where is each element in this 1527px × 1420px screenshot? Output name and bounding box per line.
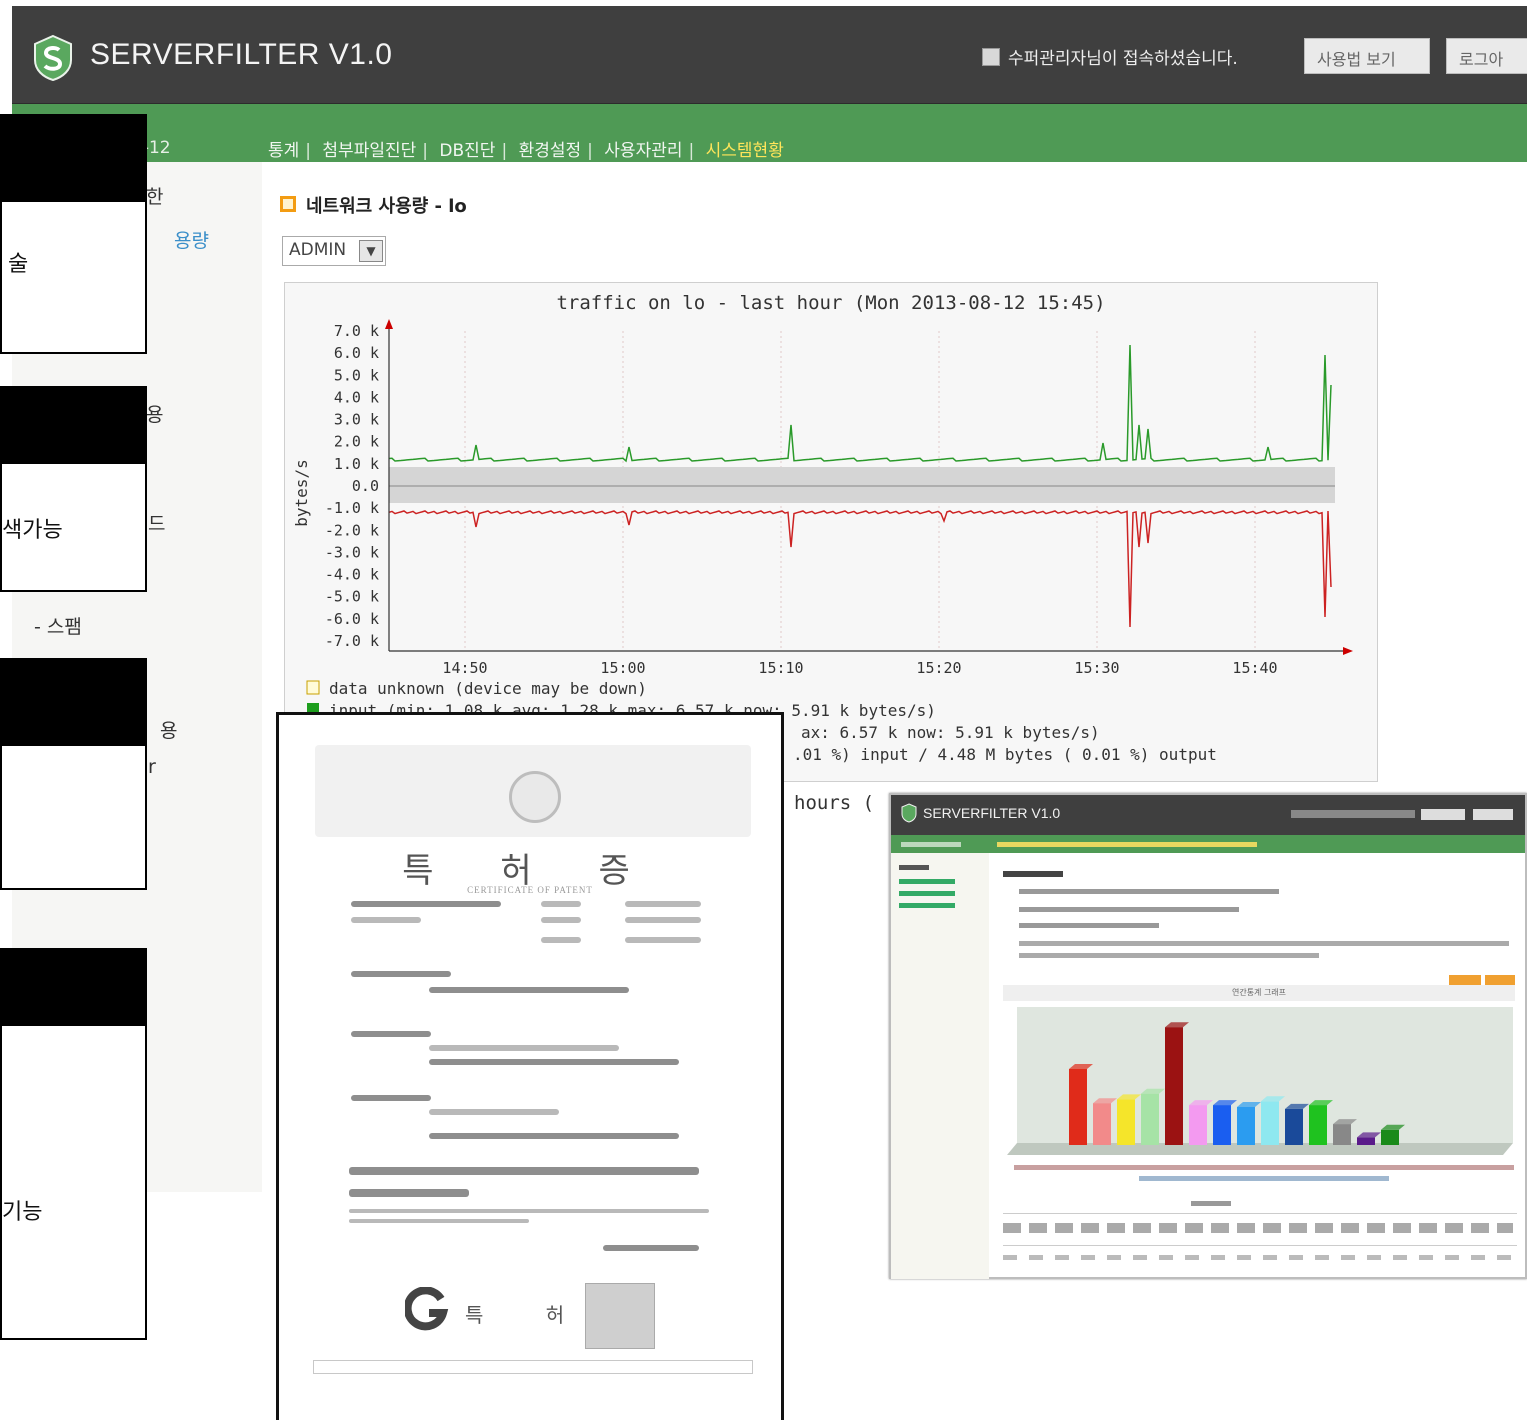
callout-header	[2, 388, 145, 464]
certificate-footer	[313, 1360, 753, 1374]
feature-callout-3	[0, 658, 147, 890]
callout-header	[2, 660, 145, 746]
legend-total-text: .01 %) input / 4.48 M bytes ( 0.01 %) ou…	[793, 745, 1217, 764]
y-tick-label: 1.0 k	[334, 455, 379, 473]
x-tick-label: 15:00	[600, 659, 645, 677]
mini-chart-bar	[1381, 1129, 1399, 1145]
feature-callout-2: 색가능	[0, 386, 147, 592]
input-series-line	[388, 344, 1332, 463]
callout-text: 기능	[2, 1200, 43, 1225]
nav-item-db[interactable]: DB진단	[439, 141, 495, 161]
title-bullet-icon	[280, 196, 296, 212]
x-tick-label: 15:30	[1074, 659, 1119, 677]
y-tick-label: 6.0 k	[334, 344, 379, 362]
top-header: SERVERFILTER V1.0 수퍼관리자님이 접속하셨습니다. 사용법 보…	[12, 6, 1527, 104]
sidebar-item-spam[interactable]: - 스팸	[34, 612, 82, 639]
nav-item-users[interactable]: 사용자관리	[604, 141, 682, 161]
server-select-value: ADMIN	[289, 240, 347, 260]
patent-office-logo-icon	[405, 1287, 449, 1331]
mini-chart-bar	[1261, 1101, 1279, 1145]
mini-chart-bar	[1237, 1107, 1255, 1145]
legend-unknown-swatch	[306, 680, 320, 695]
callout-header	[2, 950, 145, 1026]
y-tick-label: -4.0 k	[325, 566, 379, 584]
logout-button[interactable]: 로그아	[1446, 38, 1527, 74]
nav-item-attachment[interactable]: 첨부파일진단	[322, 141, 416, 161]
x-tick-label: 15:40	[1232, 659, 1277, 677]
y-tick-label: -5.0 k	[325, 588, 379, 606]
graph-title: traffic on lo - last hour (Mon 2013-08-1…	[556, 292, 1105, 314]
patent-certificate: 특 허 증 CERTIFICATE OF PATENT 특 허 청	[276, 712, 784, 1420]
mini-bar-chart	[1007, 1007, 1513, 1155]
callout-text: 술	[8, 252, 29, 277]
output-series-line	[388, 510, 1332, 628]
mini-chart-bar	[1333, 1124, 1351, 1145]
manual-button[interactable]: 사용법 보기	[1304, 38, 1430, 74]
sidebar-fragment: 한	[146, 186, 164, 208]
callout-text: 색가능	[2, 518, 63, 543]
sidebar-fragment: r	[148, 756, 156, 778]
callout-header	[2, 116, 145, 202]
mini-chart-bar	[1069, 1069, 1087, 1145]
nav-item-stats[interactable]: 통계	[268, 141, 299, 161]
y-tick-label: 3.0 k	[334, 411, 379, 429]
welcome-message: 수퍼관리자님이 접속하셨습니다.	[1008, 49, 1238, 69]
feature-callout-4: 기능	[0, 948, 147, 1340]
app-title: SERVERFILTER V1.0	[90, 38, 393, 71]
page-title: 네트워크 사용량 - lo	[306, 196, 467, 217]
x-tick-label: 14:50	[442, 659, 487, 677]
y-tick-label: -1.0 k	[325, 499, 379, 517]
mini-chart-bar	[1285, 1108, 1303, 1145]
graph2-title-fragment: hours (	[794, 792, 875, 814]
national-emblem-icon	[509, 771, 561, 823]
mini-chart-bar	[1165, 1027, 1183, 1145]
mini-sidebar	[891, 853, 989, 1279]
sidebar-fragment: 드	[148, 513, 166, 535]
official-stamp	[585, 1283, 655, 1349]
mini-chart-legend	[1011, 1163, 1517, 1187]
mini-chart-bar	[1117, 1099, 1135, 1145]
y-tick-label: 2.0 k	[334, 433, 379, 451]
mini-chart-bar	[1141, 1093, 1159, 1145]
y-tick-label: -3.0 k	[325, 543, 379, 561]
legend-unknown-text: data unknown (device may be down)	[329, 679, 647, 698]
user-icon	[982, 48, 1000, 66]
mini-chart-bar	[1309, 1105, 1327, 1145]
mini-chart-bar	[1189, 1105, 1207, 1145]
nav-item-system[interactable]: 시스템현황	[706, 141, 784, 161]
mini-app-title: SERVERFILTER V1.0	[923, 805, 1061, 821]
feature-callout-1: 술	[0, 114, 147, 354]
graph-ylabel: bytes/s	[292, 459, 311, 526]
sidebar-fragment: 용	[160, 720, 178, 742]
serverfilter-logo-icon	[34, 34, 72, 82]
certificate-subtitle: CERTIFICATE OF PATENT	[467, 885, 593, 895]
nav-item-settings[interactable]: 환경설정	[519, 141, 582, 161]
sidebar-fragment: 용	[146, 404, 164, 426]
graph-zero-band	[389, 467, 1335, 503]
legend-output-text: ax: 6.57 k now: 5.91 k bytes/s)	[801, 723, 1100, 742]
mini-data-table	[1003, 1213, 1517, 1279]
y-tick-label: 7.0 k	[334, 322, 379, 340]
y-tick-label: 4.0 k	[334, 388, 379, 406]
mini-chart-bar	[1093, 1103, 1111, 1145]
sidebar-item-usage[interactable]: 용량	[174, 226, 209, 253]
mini-header: SERVERFILTER V1.0	[891, 795, 1525, 835]
y-tick-label: 5.0 k	[334, 366, 379, 384]
x-tick-label: 15:10	[758, 659, 803, 677]
mini-chart-bar	[1357, 1137, 1375, 1145]
server-select[interactable]: ADMIN ▼	[282, 236, 386, 266]
y-tick-label: -2.0 k	[325, 521, 379, 539]
mini-chart-title: 연간통계 그래프	[1003, 985, 1515, 1001]
mini-logo-icon	[901, 803, 917, 823]
mini-chart-bar	[1213, 1105, 1231, 1145]
y-tick-label: 0.0	[352, 477, 379, 495]
chevron-down-icon: ▼	[359, 240, 383, 262]
y-tick-label: -7.0 k	[325, 632, 379, 650]
nav-menu: 통계 | 첨부파일진단 | DB진단 | 환경설정 | 사용자관리 | 시스템현황	[268, 141, 784, 161]
traffic-graph: traffic on lo - last hour (Mon 2013-08-1…	[284, 282, 1378, 782]
x-tick-label: 15:20	[916, 659, 961, 677]
stats-screenshot-overlay: SERVERFILTER V1.0 연간통계 그래프	[889, 793, 1527, 1279]
y-tick-label: -6.0 k	[325, 610, 379, 628]
